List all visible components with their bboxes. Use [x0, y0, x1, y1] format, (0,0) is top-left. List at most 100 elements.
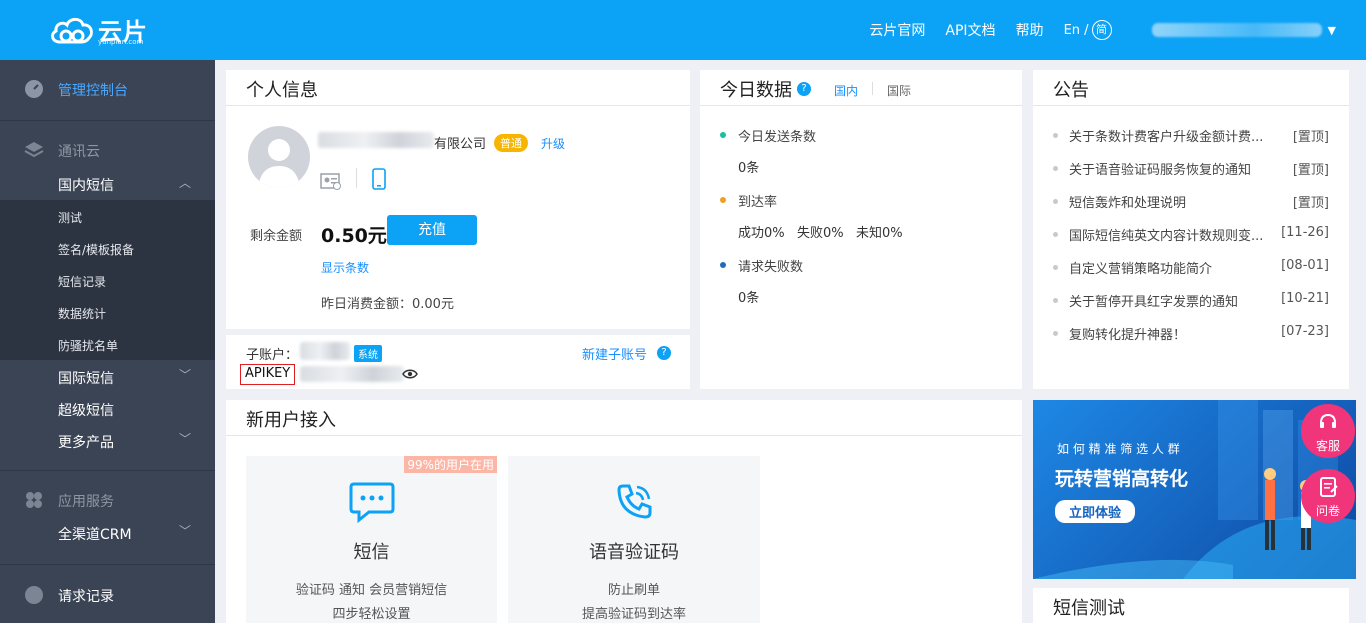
bullet-dot [1053, 199, 1058, 204]
tab-domestic[interactable]: 国内 [834, 82, 858, 99]
sidebar-label-super-sms: 超级短信 [58, 403, 114, 419]
notice-tag: [10-21] [1281, 291, 1329, 306]
sms-card[interactable]: 99%的用户在用 短信 验证码 通知 会员营销短信 四步轻松设置 [246, 456, 497, 623]
sms-test-title: 短信测试 [1053, 598, 1125, 619]
chevron-down-icon: ﹀ [178, 524, 191, 538]
today-data-title: 今日数据 [720, 80, 792, 101]
submenu-sms-records[interactable]: 短信记录 [58, 273, 106, 290]
onboarding-panel: 新用户接入 99%的用户在用 短信 验证码 通知 会员营销短信 四步轻松设置 语… [226, 400, 1022, 623]
voice-card-desc2: 提高验证码到达率 [581, 607, 686, 622]
avatar[interactable] [248, 126, 310, 188]
notice-text[interactable]: 短信轰炸和处理说明 [1069, 192, 1279, 211]
logo-domain: yunpian.com [98, 38, 144, 46]
eye-icon[interactable] [402, 369, 418, 379]
nav-api-docs[interactable]: API文档 [945, 20, 995, 40]
try-now-button[interactable]: 立即体验 [1055, 500, 1136, 523]
help-icon[interactable]: ? [657, 346, 671, 360]
notice-item[interactable]: 复购转化提升神器！ [07-23] [1053, 324, 1329, 344]
sidebar-item-domestic-sms[interactable]: 国内短信 ︿ [0, 170, 215, 198]
sidebar-item-more-products[interactable]: 更多产品 ﹀ [0, 428, 215, 456]
mobile-phone-icon[interactable] [372, 168, 386, 190]
customer-service-label: 客服 [1315, 439, 1340, 453]
submenu-statistics[interactable]: 数据统计 [58, 305, 106, 322]
survey-label: 问卷 [1315, 504, 1340, 518]
apikey-blurred [300, 366, 404, 382]
upgrade-link[interactable]: 升级 [541, 135, 565, 152]
submenu-signature-template[interactable]: 签名/模板报备 [58, 241, 134, 258]
notice-item[interactable]: 国际短信纯英文内容计数规则变... [11-26] [1053, 225, 1329, 245]
bullet-dot [1053, 166, 1058, 171]
banner-headline: 玩转营销高转化 [1055, 468, 1189, 490]
sidebar-item-dashboard[interactable]: 管理控制台 [0, 74, 215, 104]
notice-text[interactable]: 复购转化提升神器！ [1069, 324, 1279, 343]
sidebar-group-app-service: 应用服务 [0, 486, 215, 514]
sidebar: 管理控制台 通讯云 国内短信 ︿ 测试 签名/模板报备 短信记录 数据统计 防骚… [0, 60, 215, 623]
sidebar-group-comm-cloud: 通讯云 [0, 136, 215, 164]
new-sub-account-link[interactable]: 新建子账号 [582, 344, 647, 363]
arrival-dot [720, 197, 726, 203]
sidebar-label-more-products: 更多产品 [58, 435, 114, 451]
tab-divider [872, 82, 873, 95]
nav-official-site[interactable]: 云片官网 [869, 20, 925, 40]
notice-text[interactable]: 国际短信纯英文内容计数规则变... [1069, 225, 1279, 244]
sidebar-label-request-log: 请求记录 [58, 589, 114, 605]
notice-item[interactable]: 关于暂停开具红字发票的通知 [10-21] [1053, 291, 1329, 311]
notice-panel: 公告 关于条数计费客户升级金额计费... [置顶] 关于语音验证码服务恢复的通知… [1033, 70, 1349, 389]
sub-account-label: 子账户： [246, 348, 299, 363]
balance-label: 剩余金额 [250, 229, 303, 244]
sidebar-label-crm: 全渠道CRM [58, 527, 132, 543]
sms-test-panel: 短信测试 [1033, 588, 1349, 623]
chevron-up-icon: ︿ [178, 176, 191, 190]
personal-info-panel: 个人信息 有限公司 普通 升级 剩余金额 0.50元 充值 显示条数 昨日消费金… [226, 70, 690, 329]
chevron-down-icon: ﹀ [178, 432, 191, 446]
sidebar-item-crm[interactable]: 全渠道CRM ﹀ [0, 520, 215, 548]
notice-item[interactable]: 自定义营销策略功能简介 [08-01] [1053, 258, 1329, 278]
notice-item[interactable]: 短信轰炸和处理说明 [置顶] [1053, 192, 1329, 212]
notice-text[interactable]: 关于条数计费客户升级金额计费... [1069, 126, 1279, 145]
sidebar-item-super-sms[interactable]: 超级短信 [0, 396, 215, 424]
help-icon[interactable]: ? [797, 82, 811, 96]
survey-button[interactable]: 问卷 [1301, 469, 1355, 523]
notice-item[interactable]: 关于条数计费客户升级金额计费... [置顶] [1053, 126, 1329, 146]
yunpian-logo[interactable]: 云片 yunpian.com [48, 10, 168, 50]
language-switch[interactable]: En / 简 [1064, 20, 1112, 40]
notice-item[interactable]: 关于语音验证码服务恢复的通知 [置顶] [1053, 159, 1329, 179]
id-card-icon[interactable] [320, 172, 342, 190]
sidebar-item-intl-sms[interactable]: 国际短信 ﹀ [0, 364, 215, 392]
notice-text[interactable]: 关于语音验证码服务恢复的通知 [1069, 159, 1279, 178]
banner-subtitle: 如 何 精 准 筛 选 人 群 [1057, 442, 1180, 456]
sent-dot [720, 132, 726, 138]
caret-down-icon[interactable]: ▼ [1328, 24, 1336, 37]
notice-text[interactable]: 关于暂停开具红字发票的通知 [1069, 291, 1279, 310]
sms-card-title: 短信 [353, 542, 390, 563]
show-count-link[interactable]: 显示条数 [321, 259, 369, 276]
customer-service-button[interactable]: 客服 [1301, 404, 1355, 458]
flower-icon [26, 492, 42, 508]
submenu-test[interactable]: 测试 [58, 209, 82, 226]
sent-value: 0条 [738, 161, 760, 176]
lang-en[interactable]: En / [1064, 23, 1089, 38]
sidebar-item-request-log[interactable]: 请求记录 [0, 580, 215, 610]
record-icon [25, 586, 43, 604]
bullet-dot [1053, 298, 1058, 303]
notice-tag: [置顶] [1292, 163, 1329, 178]
company-suffix: 有限公司 [434, 137, 487, 152]
submenu-anti-harass-list[interactable]: 防骚扰名单 [58, 337, 118, 354]
apikey-label: APIKEY [240, 364, 296, 385]
voice-card-title: 语音验证码 [589, 542, 679, 563]
panel-divider [226, 105, 690, 106]
panel-divider [1033, 105, 1349, 106]
tab-international[interactable]: 国际 [887, 82, 911, 99]
sent-label: 今日发送条数 [738, 130, 817, 145]
nav-help[interactable]: 帮助 [1016, 20, 1044, 40]
recharge-button[interactable]: 充值 [387, 215, 477, 245]
gauge-icon [25, 80, 43, 98]
lang-cn[interactable]: 简 [1091, 20, 1112, 40]
voice-code-card[interactable]: 语音验证码 防止刷单 提高验证码到达率 [508, 456, 760, 623]
sidebar-divider [0, 564, 215, 565]
popular-tag: 99%的用户在用 [404, 456, 497, 473]
notice-text[interactable]: 自定义营销策略功能简介 [1069, 258, 1279, 277]
cloud-logo-icon [51, 17, 93, 44]
user-account-blurred[interactable] [1151, 23, 1322, 37]
icon-divider [356, 168, 357, 188]
